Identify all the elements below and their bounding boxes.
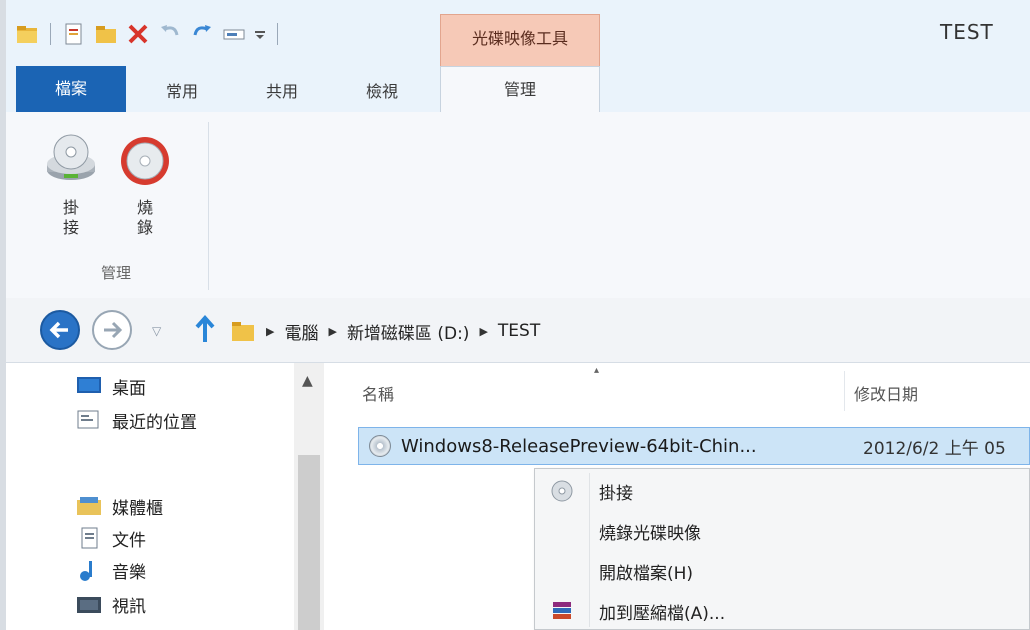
menu-item-label: 加到壓縮檔(A)... [599, 603, 726, 624]
music-icon [76, 559, 102, 581]
file-row-selected[interactable]: Windows8-ReleasePreview-64bit-Chin... 20… [358, 427, 1030, 465]
tab-home[interactable]: 常用 [134, 72, 230, 112]
folder-icon[interactable] [14, 21, 40, 47]
nav-item-label: 文件 [112, 530, 146, 551]
undo-icon[interactable] [157, 21, 183, 47]
arrow-right-icon [104, 321, 123, 339]
explorer-window: 光碟映像工具 TEST 檔案 常用 共用 檢視 管理 掛 接 燒 錄 管理 ▽ … [0, 0, 1030, 630]
nav-item-recent-places[interactable]: 最近的位置 [76, 405, 197, 435]
toolbar-separator [277, 23, 278, 45]
mount-button[interactable]: 掛 接 [36, 132, 106, 238]
menu-item-mount[interactable]: 掛接 [535, 473, 1029, 509]
nav-pane-scrollbar[interactable]: ▲ [294, 363, 324, 630]
address-bar: ▽ ▶ 電腦 ▶ 新增磁碟區 (D:) ▶ TEST [6, 298, 1030, 363]
nav-item-label: 視訊 [112, 596, 146, 617]
file-name: Windows8-ReleasePreview-64bit-Chin... [401, 435, 757, 457]
burn-disc-icon [121, 137, 169, 185]
menu-item-label: 掛接 [599, 483, 633, 504]
menu-item-add-to-archive[interactable]: 加到壓縮檔(A)... [535, 593, 1029, 629]
nav-item-libraries[interactable]: 媒體櫃 [76, 491, 163, 521]
redo-icon[interactable] [189, 21, 215, 47]
column-header-date-modified[interactable]: 修改日期 [854, 381, 918, 405]
scroll-thumb[interactable] [298, 455, 320, 630]
nav-item-videos[interactable]: 視訊 [76, 589, 146, 619]
breadcrumb: ▶ 電腦 ▶ 新增磁碟區 (D:) ▶ TEST [230, 314, 540, 348]
context-menu: 掛接 燒錄光碟映像 開啟檔案(H) 加到壓縮檔(A)... [534, 468, 1030, 630]
recent-locations-dropdown[interactable]: ▽ [152, 324, 161, 338]
column-divider[interactable] [844, 371, 845, 411]
up-button[interactable] [192, 312, 218, 346]
nav-item-label: 音樂 [112, 562, 146, 583]
nav-item-music[interactable]: 音樂 [76, 555, 146, 585]
arrow-left-icon [49, 321, 68, 339]
window-title: TEST [940, 20, 994, 44]
libraries-icon [76, 495, 102, 517]
ribbon-group-separator [208, 122, 209, 290]
documents-icon [76, 527, 102, 549]
column-header-name[interactable]: 名稱 [362, 381, 394, 405]
ribbon-tabs: 檔案 常用 共用 檢視 管理 [6, 66, 1030, 113]
nav-item-label: 桌面 [112, 378, 146, 399]
new-folder-icon[interactable] [93, 21, 119, 47]
recent-places-icon [76, 409, 102, 431]
rename-icon[interactable] [221, 21, 247, 47]
tab-manage[interactable]: 管理 [440, 66, 600, 113]
nav-item-label: 最近的位置 [112, 412, 197, 433]
desktop-icon [76, 375, 102, 397]
arrow-up-icon [195, 314, 215, 342]
tab-share[interactable]: 共用 [234, 72, 330, 112]
burn-button-label: 燒 錄 [136, 198, 153, 237]
toolbar-separator [50, 23, 51, 45]
breadcrumb-drive[interactable]: 新增磁碟區 (D:) [347, 319, 470, 344]
mount-button-label: 掛 接 [62, 198, 79, 237]
menu-item-label: 燒錄光碟映像 [599, 523, 701, 544]
breadcrumb-separator-icon[interactable]: ▶ [479, 325, 487, 338]
sort-indicator-icon: ▴ [594, 365, 600, 376]
videos-icon [76, 593, 102, 615]
menu-item-burn-image[interactable]: 燒錄光碟映像 [535, 513, 1029, 549]
burn-button[interactable]: 燒 錄 [110, 132, 180, 238]
breadcrumb-separator-icon[interactable]: ▶ [328, 325, 336, 338]
folder-icon [232, 322, 254, 341]
disc-icon [551, 480, 573, 502]
ribbon-panel: 掛 接 燒 錄 管理 [6, 112, 1030, 299]
nav-item-desktop[interactable]: 桌面 [76, 371, 146, 401]
nav-item-documents[interactable]: 文件 [76, 523, 146, 553]
title-bar: 光碟映像工具 TEST [6, 0, 1030, 66]
disc-image-icon [369, 435, 391, 457]
quick-access-toolbar [14, 18, 282, 50]
tab-file[interactable]: 檔案 [16, 66, 126, 112]
delete-icon[interactable] [125, 21, 151, 47]
breadcrumb-computer[interactable]: 電腦 [284, 319, 318, 344]
context-tab-title: 光碟映像工具 [440, 14, 600, 66]
forward-button[interactable] [92, 310, 132, 350]
back-button[interactable] [40, 310, 80, 350]
customize-dropdown-icon[interactable] [253, 21, 267, 47]
scroll-up-icon[interactable]: ▲ [302, 373, 313, 389]
ribbon-group-label: 管理 [100, 264, 131, 282]
file-date: 2012/6/2 上午 05 [863, 438, 1006, 459]
menu-item-label: 開啟檔案(H) [599, 563, 694, 584]
menu-item-open-file[interactable]: 開啟檔案(H) [535, 553, 1029, 589]
properties-icon[interactable] [61, 21, 87, 47]
breadcrumb-folder[interactable]: TEST [498, 321, 540, 341]
nav-item-label: 媒體櫃 [112, 498, 163, 519]
navigation-pane: 桌面 最近的位置 媒體櫃 文件 音樂 視訊 ▲ [6, 363, 326, 630]
winrar-icon [553, 602, 571, 619]
tab-view[interactable]: 檢視 [334, 72, 430, 112]
mount-drive-icon [47, 134, 95, 180]
breadcrumb-separator-icon[interactable]: ▶ [266, 325, 274, 338]
